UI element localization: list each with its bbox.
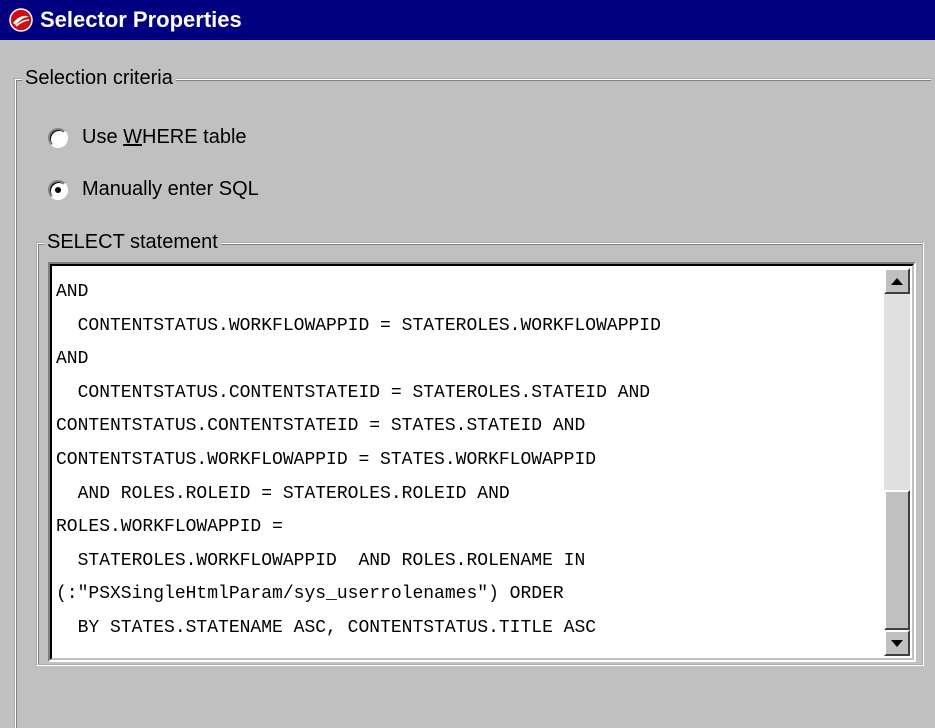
sql-line: ROLES.WORKFLOWAPPID = — [56, 517, 283, 538]
use-where-table-label: Use WHERE table — [82, 126, 247, 148]
window-title: Selector Properties — [40, 7, 242, 32]
sql-textarea-inner: AND CONTENTSTATUS.WORKFLOWAPPID = STATER… — [50, 264, 914, 660]
scroll-up-arrow-icon — [891, 277, 903, 285]
select-statement-label: SELECT statement — [44, 230, 221, 254]
manually-enter-sql-label: Manually enter SQL — [82, 178, 259, 200]
sql-line: BY STATES.STATENAME ASC, CONTENTSTATUS.T… — [56, 617, 597, 638]
sql-line: STATEROLES.WORKFLOWAPPID AND ROLES.ROLEN… — [56, 550, 586, 571]
manually-enter-sql-option[interactable]: Manually enter SQL — [48, 178, 259, 201]
manually-enter-sql-radio[interactable] — [48, 179, 68, 200]
sql-text[interactable]: AND CONTENTSTATUS.WORKFLOWAPPID = STATER… — [56, 276, 880, 646]
sql-line: CONTENTSTATUS.WORKFLOWAPPID = STATEROLES… — [56, 315, 661, 336]
vertical-scrollbar[interactable] — [884, 268, 910, 656]
scroll-thumb[interactable] — [884, 490, 910, 630]
use-where-table-option[interactable]: Use WHERE table — [48, 126, 247, 149]
app-logo-icon — [8, 7, 34, 33]
sql-line: AND — [56, 349, 89, 370]
use-where-table-radio[interactable] — [48, 127, 68, 148]
scroll-down-button[interactable] — [884, 630, 910, 656]
scroll-down-arrow-icon — [891, 639, 903, 647]
dialog-body: Selection criteria Use WHERE table Manua… — [0, 40, 935, 728]
selection-criteria-label: Selection criteria — [22, 66, 176, 90]
sql-line: AND — [56, 282, 89, 302]
sql-line: CONTENTSTATUS.CONTENTSTATEID = STATEROLE… — [56, 382, 651, 403]
title-bar[interactable]: Selector Properties — [0, 0, 935, 40]
sql-line: (:"PSXSingleHtmlParam/sys_userrolenames"… — [56, 584, 564, 605]
scroll-up-button[interactable] — [884, 268, 910, 294]
sql-textarea[interactable]: AND CONTENTSTATUS.WORKFLOWAPPID = STATER… — [48, 262, 916, 662]
sql-line: CONTENTSTATUS.CONTENTSTATEID = STATES.ST… — [56, 416, 586, 437]
sql-line: CONTENTSTATUS.WORKFLOWAPPID = STATES.WOR… — [56, 449, 597, 470]
sql-line: AND ROLES.ROLEID = STATEROLES.ROLEID AND — [56, 483, 510, 504]
